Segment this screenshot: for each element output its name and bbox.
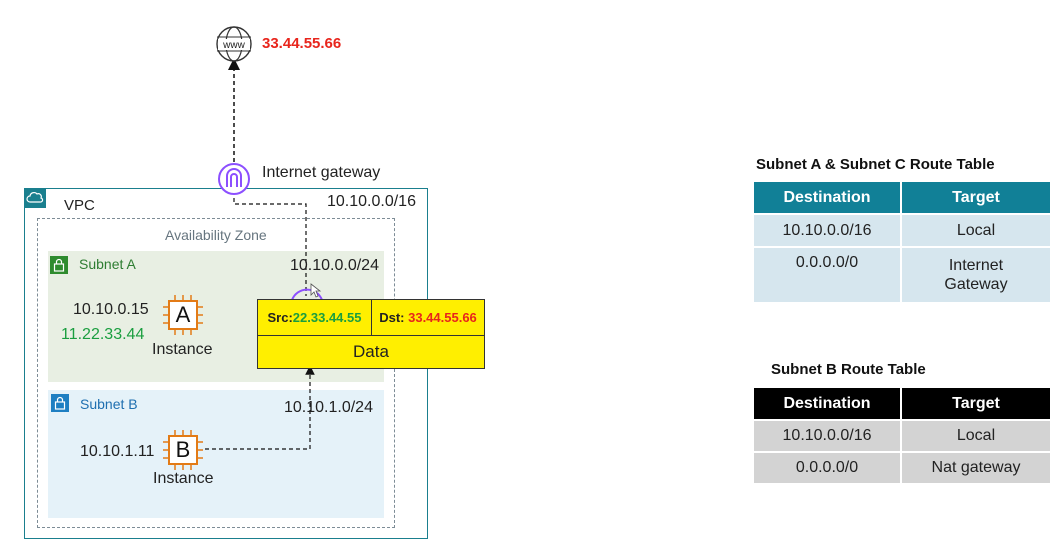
packet-data: Data <box>353 342 389 361</box>
route-table-a-title: Subnet A & Subnet C Route Table <box>756 156 995 173</box>
instance-b-private-ip: 10.10.1.11 <box>80 443 155 460</box>
route-table-b: Destination Target 10.10.0.0/16 Local 0.… <box>752 386 1052 485</box>
instance-a-label: Instance <box>152 341 213 358</box>
table-row: 10.10.0.0/16 Local <box>754 215 1050 246</box>
subnet-b-lock-icon <box>51 394 69 412</box>
subnet-a-lock-icon <box>50 256 68 274</box>
packet-dst-label: Dst: <box>379 310 405 325</box>
table-row: 0.0.0.0/0 Internet Gateway <box>754 248 1050 302</box>
globe-www-icon: www <box>214 24 254 69</box>
internet-gateway-icon <box>217 162 251 201</box>
route-table-a-header-destination: Destination <box>754 182 900 213</box>
route-table-b-cell: 0.0.0.0/0 <box>754 453 900 483</box>
instance-a-private-ip: 10.10.0.15 <box>73 301 149 318</box>
route-table-b-header-destination: Destination <box>754 388 900 419</box>
packet-dst: Dst: 33.44.55.66 <box>372 300 484 335</box>
az-label: Availability Zone <box>165 227 267 243</box>
table-row: 0.0.0.0/0 Nat gateway <box>754 453 1050 483</box>
route-table-a-header-target: Target <box>902 182 1050 213</box>
route-table-a-cell: Internet Gateway <box>902 248 1050 302</box>
instance-a-box[interactable]: A <box>168 300 198 330</box>
igw-to-nat-path <box>233 198 307 296</box>
route-table-b-cell: 10.10.0.0/16 <box>754 421 900 451</box>
instance-b-box[interactable]: B <box>168 435 198 465</box>
subnet-b-label: Subnet B <box>80 396 138 412</box>
packet-dst-ip: 33.44.55.66 <box>408 310 477 325</box>
route-table-a-cell: Local <box>902 215 1050 246</box>
igw-label: Internet gateway <box>262 164 381 181</box>
packet-box: Src: 22.33.44.55 Dst: 33.44.55.66 Data <box>257 299 485 369</box>
svg-text:www: www <box>222 40 245 51</box>
route-table-b-header-target: Target <box>902 388 1050 419</box>
route-table-b-title: Subnet B Route Table <box>771 361 926 378</box>
subnet-a-cidr: 10.10.0.0/24 <box>290 257 379 274</box>
packet-src-label: Src: <box>267 310 293 325</box>
route-table-b-cell: Nat gateway <box>902 453 1050 483</box>
subnet-b-cidr: 10.10.1.0/24 <box>284 399 373 416</box>
vpc-cidr: 10.10.0.0/16 <box>327 193 416 210</box>
instance-a-letter: A <box>175 302 191 327</box>
subnet-a-label: Subnet A <box>79 256 136 272</box>
route-table-a: Destination Target 10.10.0.0/16 Local 0.… <box>752 180 1052 304</box>
route-table-b-cell: Local <box>902 421 1050 451</box>
instance-b-letter: B <box>175 437 191 462</box>
packet-src-ip: 22.33.44.55 <box>292 310 362 325</box>
route-table-a-cell: 0.0.0.0/0 <box>754 248 900 302</box>
internet-ip: 33.44.55.66 <box>262 35 342 52</box>
vpc-label: VPC <box>64 197 95 214</box>
route-table-a-cell: 10.10.0.0/16 <box>754 215 900 246</box>
instance-a-public-ip: 11.22.33.44 <box>61 326 145 343</box>
packet-src: Src: 22.33.44.55 <box>258 300 372 335</box>
table-row: 10.10.0.0/16 Local <box>754 421 1050 451</box>
instance-b-label: Instance <box>153 470 214 487</box>
vpc-cloud-icon <box>24 188 46 208</box>
